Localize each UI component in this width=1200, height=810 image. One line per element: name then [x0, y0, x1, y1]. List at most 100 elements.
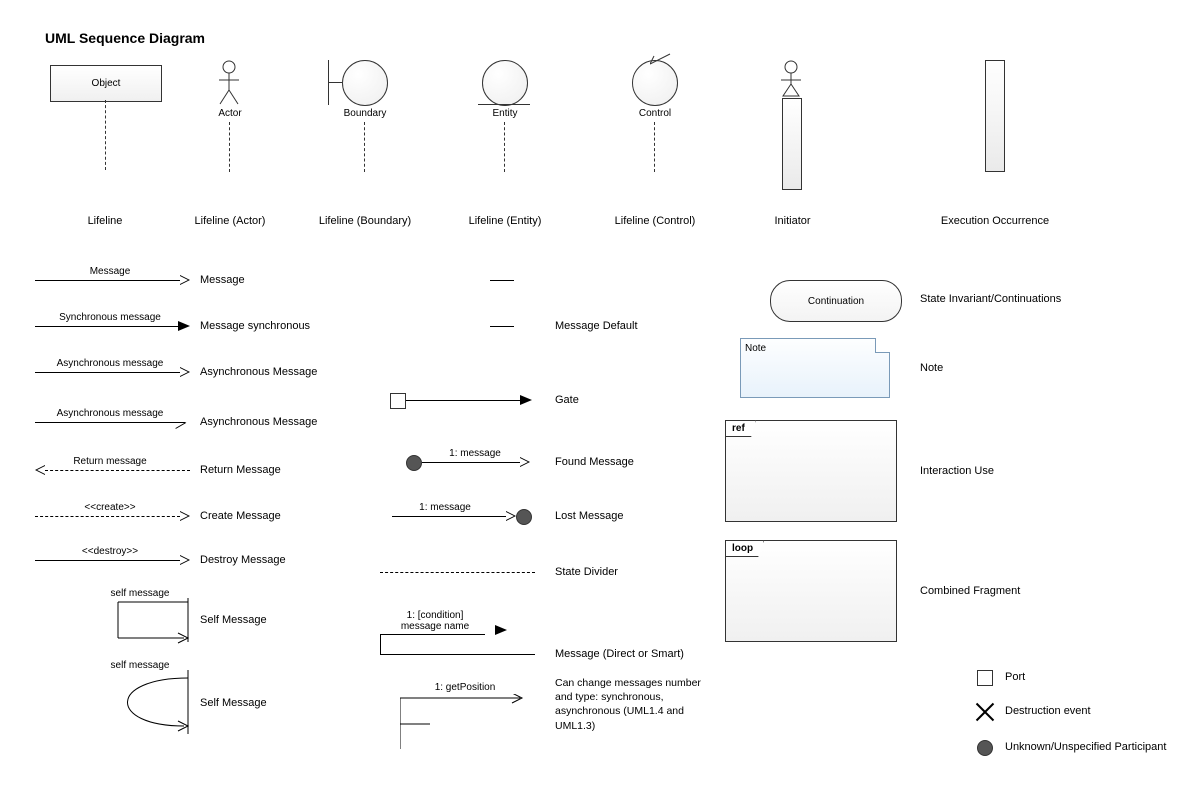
initiator-label: Initiator: [760, 215, 825, 227]
return-arrowhead: [35, 465, 45, 475]
async1-right: Asynchronous Message: [200, 366, 317, 378]
sync-right: Message synchronous: [200, 320, 310, 332]
msg-line: [35, 280, 180, 281]
direct-line: [380, 634, 485, 635]
entity-lifeline: [504, 122, 505, 172]
found-top: 1: message: [435, 448, 515, 459]
note-shape: Note: [740, 338, 890, 398]
note-label: Note: [920, 362, 943, 374]
direct-right: Message (Direct or Smart): [555, 648, 684, 660]
port-icon: [977, 670, 993, 686]
diagram-title: UML Sequence Diagram: [45, 30, 205, 46]
msg-top: Message: [60, 266, 160, 277]
loop-tag: loop: [725, 540, 764, 557]
return-right: Return Message: [200, 464, 281, 476]
boundary-circle: [342, 60, 388, 106]
boundary-name: Boundary: [330, 108, 400, 119]
async1-line: [35, 372, 180, 373]
create-arrowhead: [180, 511, 190, 521]
async2-right: Asynchronous Message: [200, 416, 317, 428]
exec-label: Execution Occurrence: [930, 215, 1060, 227]
self-msg-curve-icon: [98, 670, 198, 740]
found-arrowhead: [520, 457, 530, 467]
continuation-text: Continuation: [808, 296, 864, 307]
entity-name: Entity: [475, 108, 535, 119]
lost-right: Lost Message: [555, 510, 623, 522]
ref-tag: ref: [725, 420, 756, 437]
getpos-note: Can change messages number and type: syn…: [555, 676, 715, 733]
msg-arrowhead: [180, 275, 190, 285]
unknown-label: Unknown/Unspecified Participant: [1005, 741, 1166, 753]
direct-arrowhead: [495, 625, 507, 635]
create-right: Create Message: [200, 510, 281, 522]
getpos-top: 1: getPosition: [420, 682, 510, 693]
destruction-label: Destruction event: [1005, 705, 1091, 717]
loop-label: Combined Fragment: [920, 585, 1020, 597]
create-line: [35, 516, 180, 517]
create-top: <<create>>: [60, 502, 160, 513]
msg-default-right: Message Default: [555, 320, 638, 332]
async1-top: Asynchronous message: [45, 358, 175, 369]
destruction-icon: [975, 700, 995, 720]
object-box: Object: [50, 65, 162, 102]
unknown-dot-icon: [977, 740, 993, 756]
boundary-connector: [328, 82, 342, 83]
direct-line2: [380, 654, 535, 655]
continuation-label: State Invariant/Continuations: [920, 293, 1061, 305]
sync-top: Synchronous message: [45, 312, 175, 323]
getpos-icon: [400, 694, 540, 754]
actor-lifeline: [229, 122, 230, 172]
msg-default-line2: [490, 326, 514, 327]
gate-arrowhead: [520, 395, 532, 405]
destroy-arrowhead: [180, 555, 190, 565]
gate-right: Gate: [555, 394, 579, 406]
note-text: Note: [745, 343, 766, 354]
initiator-icon: [778, 60, 804, 98]
found-dot: [406, 455, 422, 471]
actor-icon: [216, 60, 242, 106]
state-divider-line: [380, 572, 535, 573]
async2-top: Asynchronous message: [45, 408, 175, 419]
lost-dot: [516, 509, 532, 525]
control-lifeline: [654, 122, 655, 172]
loop-fragment: loop: [725, 540, 897, 642]
continuation-shape: Continuation: [770, 280, 902, 322]
control-label: Lifeline (Control): [605, 215, 705, 227]
sync-line: [35, 326, 178, 327]
sync-arrowhead: [178, 321, 190, 331]
entity-underline: [478, 104, 530, 105]
lifeline-label: Lifeline: [70, 215, 140, 227]
self1-right: Self Message: [200, 614, 267, 626]
self2-top: self message: [100, 660, 180, 671]
direct-top2: message name: [390, 621, 480, 632]
async2-arrowhead: [175, 422, 186, 429]
gate-square: [390, 393, 406, 409]
return-top: Return message: [55, 456, 165, 467]
lost-top: 1: message: [405, 502, 485, 513]
entity-label: Lifeline (Entity): [455, 215, 555, 227]
found-right: Found Message: [555, 456, 634, 468]
self2-right: Self Message: [200, 697, 267, 709]
control-name: Control: [625, 108, 685, 119]
found-line: [422, 462, 520, 463]
direct-stub: [380, 634, 381, 654]
self1-top: self message: [100, 588, 180, 599]
async2-line: [35, 422, 185, 423]
boundary-lifeline: [364, 122, 365, 172]
lost-line: [392, 516, 507, 517]
destroy-right: Destroy Message: [200, 554, 286, 566]
control-arrow-icon: [650, 52, 676, 66]
control-circle: [632, 60, 678, 106]
self-msg-rect-icon: [98, 598, 198, 648]
entity-circle: [482, 60, 528, 106]
lost-arrowhead: [506, 511, 516, 521]
gate-line: [406, 400, 521, 401]
note-corner-fold: [875, 338, 890, 353]
async1-arrowhead: [180, 367, 190, 377]
object-label: Object: [92, 78, 121, 89]
ref-label: Interaction Use: [920, 465, 994, 477]
ref-fragment: ref: [725, 420, 897, 522]
msg-right: Message: [200, 274, 245, 286]
direct-top1: 1: [condition]: [390, 610, 480, 621]
port-label: Port: [1005, 671, 1025, 683]
